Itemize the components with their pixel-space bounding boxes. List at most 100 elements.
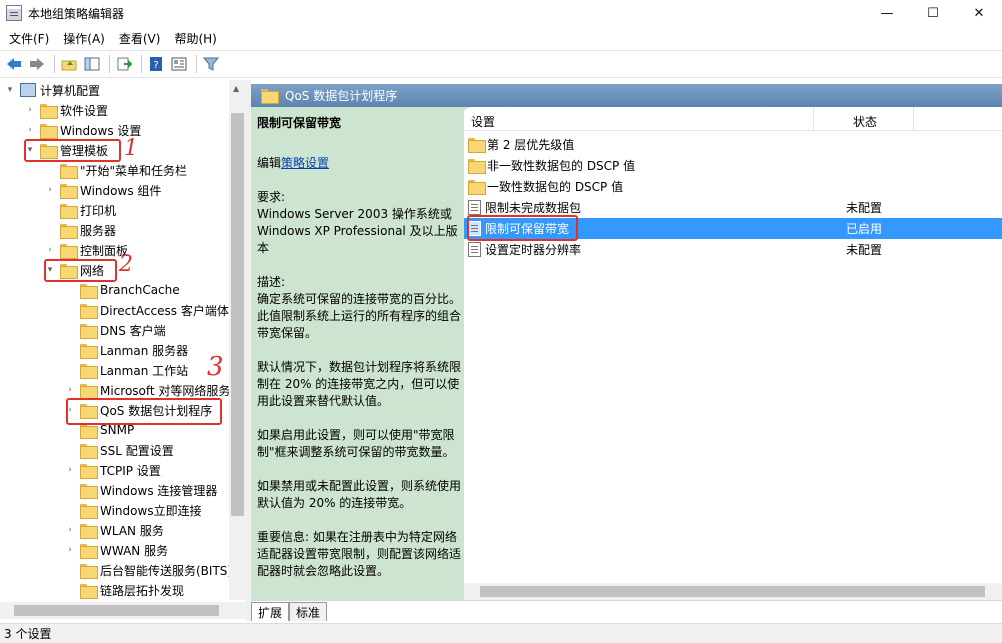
- tree-item-label: 后台智能传送服务(BITS): [100, 563, 229, 578]
- tab-standard[interactable]: 标准: [289, 602, 328, 621]
- folder-icon: [80, 563, 98, 579]
- tree-item-software-settings[interactable]: › 软件设置: [24, 100, 108, 120]
- tree-item-dns-client[interactable]: DNS 客户端: [64, 320, 166, 340]
- tree-item-label: Microsoft 对等网络服务: [100, 383, 229, 398]
- window-title: 本地组策略编辑器: [28, 6, 125, 21]
- tab-extended[interactable]: 扩展: [251, 602, 290, 621]
- tree-expander[interactable]: ›: [64, 385, 76, 395]
- back-arrow-icon[interactable]: [4, 54, 24, 74]
- tree-expander[interactable]: ›: [64, 545, 76, 555]
- tree-item-branchcache[interactable]: BranchCache: [64, 280, 180, 300]
- tree-item-directaccess[interactable]: DirectAccess 客户端体验: [64, 300, 229, 320]
- menu-action[interactable]: 操作(A): [56, 30, 112, 47]
- scroll-thumb[interactable]: [14, 605, 219, 616]
- edit-policy-link[interactable]: 策略设置: [281, 156, 329, 170]
- column-header-state[interactable]: 状态: [814, 107, 914, 130]
- policy-title: 限制可保留带宽: [257, 116, 342, 130]
- tree-item-bits[interactable]: 后台智能传送服务(BITS): [64, 560, 229, 580]
- requirements-block: 要求: Windows Server 2003 操作系统或 Windows XP …: [257, 189, 462, 257]
- column-header-setting[interactable]: 设置: [464, 107, 814, 130]
- tree-item-label: Lanman 工作站: [100, 363, 189, 378]
- tree-item-tcpip-settings[interactable]: › TCPIP 设置: [64, 460, 161, 480]
- status-bar: 3 个设置: [0, 623, 1002, 643]
- export-list-icon[interactable]: [114, 54, 134, 74]
- tree-item-windows-components[interactable]: › Windows 组件: [44, 180, 161, 200]
- description-label: 描述:: [257, 275, 286, 289]
- folder-icon: [261, 89, 279, 104]
- filter-icon[interactable]: [201, 54, 221, 74]
- tree-item-wlan-service[interactable]: › WLAN 服务: [64, 520, 164, 540]
- row-setting-name: 第 2 层优先级值: [487, 138, 575, 152]
- gpedit-app-icon: [6, 5, 22, 21]
- tree-item-microsoft-p2p[interactable]: › Microsoft 对等网络服务: [64, 380, 229, 400]
- scroll-thumb[interactable]: [231, 113, 244, 516]
- list-horizontal-scrollbar[interactable]: [464, 583, 1002, 600]
- folder-icon: [80, 303, 98, 319]
- tree-item-label: WWAN 服务: [100, 543, 169, 558]
- tree-item-label: SSL 配置设置: [100, 443, 174, 458]
- toolbar-separator: [54, 55, 55, 73]
- maximize-button[interactable]: ☐: [910, 0, 956, 26]
- toolbar-separator: [109, 55, 110, 73]
- tree-item-label: DNS 客户端: [100, 323, 166, 338]
- tree-item-label: BranchCache: [100, 283, 180, 297]
- tree-expander[interactable]: ›: [64, 525, 76, 535]
- scroll-up-icon[interactable]: ▲: [233, 84, 239, 93]
- tree-item-lanman-workstation[interactable]: Lanman 工作站: [64, 360, 188, 380]
- folder-icon: [80, 343, 98, 359]
- up-folder-icon[interactable]: [59, 54, 79, 74]
- tree-item-lanman-server[interactable]: Lanman 服务器: [64, 340, 188, 360]
- menu-file[interactable]: 文件(F): [2, 30, 56, 47]
- tree-item-ssl-config[interactable]: SSL 配置设置: [64, 440, 174, 460]
- folder-icon: [60, 223, 78, 239]
- list-row[interactable]: 第 2 层优先级值: [464, 134, 1002, 155]
- list-row[interactable]: 非一致性数据包的 DSCP 值: [464, 155, 1002, 176]
- tree-expander[interactable]: ›: [64, 465, 76, 475]
- important-text: 重要信息: 如果在注册表中为特定网络适配器设置带宽限制，则配置该网络适配器时就会…: [257, 530, 462, 578]
- properties-icon[interactable]: [169, 54, 189, 74]
- tree-item-printers[interactable]: 打印机: [44, 200, 116, 220]
- tree-item-label: TCPIP 设置: [100, 463, 161, 478]
- tree-item-control-panel[interactable]: › 控制面板: [44, 240, 128, 260]
- minimize-button[interactable]: —: [864, 0, 910, 26]
- show-hide-tree-icon[interactable]: [82, 54, 102, 74]
- help-icon[interactable]: ?: [146, 54, 166, 74]
- tree-expander[interactable]: ›: [24, 125, 36, 135]
- folder-icon: [60, 243, 78, 259]
- forward-arrow-icon[interactable]: [27, 54, 47, 74]
- tree-item-link-layer-topology[interactable]: 链路层拓扑发现: [64, 580, 184, 600]
- folder-icon: [60, 163, 78, 179]
- navigation-tree: ▾ 计算机配置 › 软件设置 › Windows 设置 ▾ 管理模板 "开始"菜…: [0, 80, 229, 600]
- title-bar: 本地组策略编辑器 — ☐ ✕: [0, 0, 1002, 26]
- tree-item-windows-connection-manager[interactable]: Windows 连接管理器: [64, 480, 217, 500]
- tree-expander[interactable]: ›: [44, 185, 56, 195]
- requirements-text: Windows Server 2003 操作系统或 Windows XP Pro…: [257, 207, 458, 255]
- tree-item-wwan-service[interactable]: › WWAN 服务: [64, 540, 168, 560]
- list-row[interactable]: 一致性数据包的 DSCP 值: [464, 176, 1002, 197]
- folder-icon: [468, 180, 486, 195]
- menu-help[interactable]: 帮助(H): [167, 30, 223, 47]
- close-button[interactable]: ✕: [956, 0, 1002, 26]
- tree-item-label: Windows 组件: [80, 183, 162, 198]
- row-state: 已启用: [846, 222, 883, 236]
- scroll-thumb[interactable]: [480, 586, 985, 597]
- menu-view[interactable]: 查看(V): [112, 30, 168, 47]
- tree-expander[interactable]: ›: [24, 105, 36, 115]
- tree-item-computer-config[interactable]: ▾ 计算机配置: [4, 80, 100, 100]
- tree-item-label: 软件设置: [60, 103, 109, 118]
- edit-policy-line: 编辑策略设置: [257, 155, 462, 172]
- list-row[interactable]: 设置定时器分辨率 未配置: [464, 239, 1002, 260]
- tree-item-start-menu[interactable]: "开始"菜单和任务栏: [44, 160, 187, 180]
- tree-vertical-scrollbar[interactable]: ▲: [229, 80, 246, 600]
- tree-item-label: "开始"菜单和任务栏: [80, 163, 188, 178]
- tree-expander[interactable]: ▾: [4, 85, 16, 95]
- tree-item-label: SNMP: [100, 423, 135, 437]
- tree-item-label: 服务器: [80, 223, 117, 238]
- tree-item-label: 计算机配置: [40, 83, 101, 98]
- tree-item-windows-connect-now[interactable]: Windows立即连接: [64, 500, 202, 520]
- tree-item-server[interactable]: 服务器: [44, 220, 116, 240]
- disabled-text: 如果禁用或未配置此设置，则系统使用默认值为 20% 的连接带宽。: [257, 479, 462, 510]
- tree-expander[interactable]: ›: [44, 245, 56, 255]
- toolbar: ?: [0, 50, 1002, 78]
- tree-horizontal-scrollbar[interactable]: [0, 602, 246, 619]
